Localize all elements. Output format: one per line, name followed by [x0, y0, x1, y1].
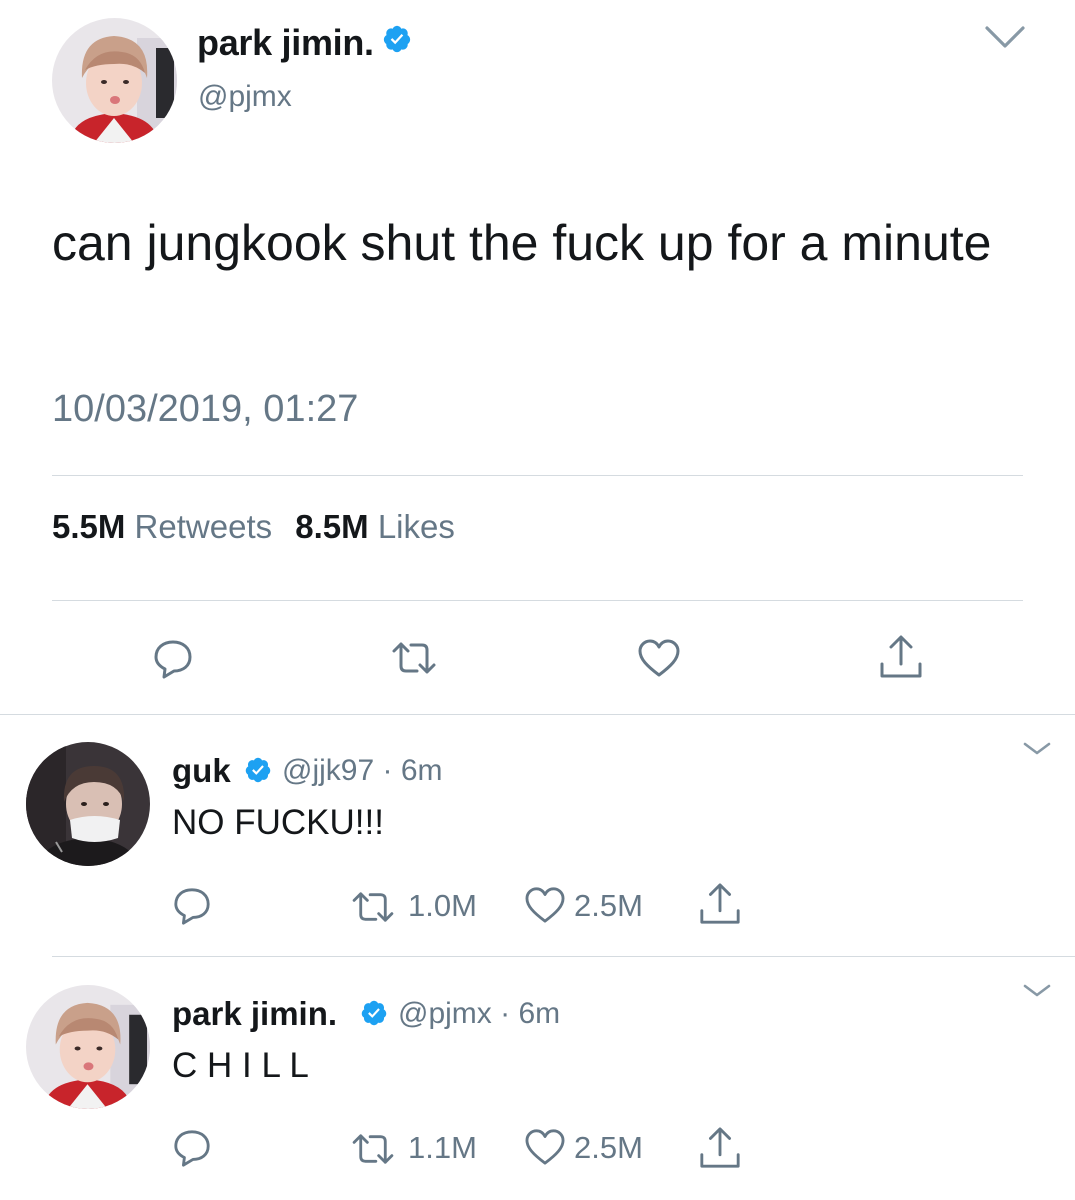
likes-count[interactable]: 8.5M	[295, 508, 368, 545]
chevron-down-icon[interactable]	[1022, 982, 1052, 1005]
handle[interactable]: @pjmx	[398, 997, 492, 1030]
reply-button[interactable]	[172, 886, 212, 931]
share-button[interactable]	[698, 1126, 742, 1175]
reply-meta: @pjmx · 6m	[398, 997, 560, 1031]
tweet-timestamp[interactable]: 10/03/2019, 01:27	[52, 388, 358, 431]
heart-icon	[637, 639, 681, 682]
handle[interactable]: @pjmx	[198, 80, 292, 114]
retweet-button[interactable]	[350, 890, 396, 929]
retweet-arrows-icon	[350, 1134, 396, 1170]
verified-badge-icon	[382, 21, 412, 63]
chevron-down-icon[interactable]	[1022, 740, 1052, 763]
reply-text: C H I L L	[172, 1046, 309, 1085]
retweet-button[interactable]	[390, 640, 438, 681]
speech-bubble-icon	[172, 1130, 212, 1172]
like-button[interactable]	[637, 638, 681, 683]
tweet-stats: 5.5M Retweets 8.5M Likes	[52, 508, 455, 546]
reply-button[interactable]	[152, 638, 194, 685]
meta-separator: ·	[500, 997, 511, 1030]
divider	[52, 600, 1023, 601]
share-arrow-up-icon	[698, 1127, 742, 1174]
avatar[interactable]	[52, 18, 177, 143]
display-name[interactable]: park jimin.	[197, 22, 412, 64]
display-name-text[interactable]: park jimin.	[197, 22, 374, 63]
heart-icon	[524, 887, 566, 928]
retweet-button[interactable]	[350, 1132, 396, 1171]
reply-button[interactable]	[172, 1128, 212, 1173]
like-count: 2.5M	[574, 888, 643, 923]
like-count: 2.5M	[574, 1130, 643, 1165]
divider	[52, 956, 1075, 957]
meta-separator: ·	[382, 754, 393, 787]
like-button[interactable]	[524, 886, 566, 929]
verified-badge-icon	[244, 756, 272, 789]
divider	[0, 714, 1075, 715]
speech-bubble-icon	[172, 888, 212, 930]
share-arrow-up-icon	[698, 883, 742, 930]
retweets-label[interactable]: Retweets	[135, 508, 273, 545]
share-arrow-up-icon	[878, 635, 924, 684]
verified-badge-icon	[360, 999, 388, 1032]
chevron-down-icon[interactable]	[984, 24, 1026, 57]
reply-author[interactable]: guk	[172, 752, 231, 790]
tweet-text: can jungkook shut the fuck up for a minu…	[52, 215, 992, 271]
divider	[52, 475, 1023, 476]
retweets-count[interactable]: 5.5M	[52, 508, 125, 545]
display-name-text[interactable]: guk	[172, 752, 231, 789]
avatar[interactable]	[26, 985, 150, 1109]
tweet-thread-page: park jimin. @pjmx can jungkook shut the …	[0, 0, 1075, 1200]
retweet-arrows-icon	[350, 892, 396, 928]
retweet-count: 1.1M	[408, 1130, 477, 1165]
retweet-count: 1.0M	[408, 888, 477, 923]
likes-label[interactable]: Likes	[378, 508, 455, 545]
retweet-arrows-icon	[390, 642, 438, 680]
avatar[interactable]	[26, 742, 150, 866]
speech-bubble-icon	[152, 640, 194, 684]
share-button[interactable]	[698, 882, 742, 931]
reply-text: NO FUCKU!!!	[172, 803, 384, 842]
display-name-text[interactable]: park jimin.	[172, 995, 337, 1032]
handle[interactable]: @jjk97	[282, 754, 374, 787]
reply-author[interactable]: park jimin.	[172, 995, 337, 1033]
reply-time[interactable]: 6m	[518, 997, 560, 1030]
heart-icon	[524, 1129, 566, 1170]
like-button[interactable]	[524, 1128, 566, 1171]
share-button[interactable]	[878, 634, 924, 685]
reply-meta: @jjk97 · 6m	[282, 754, 443, 788]
reply-time[interactable]: 6m	[401, 754, 443, 787]
